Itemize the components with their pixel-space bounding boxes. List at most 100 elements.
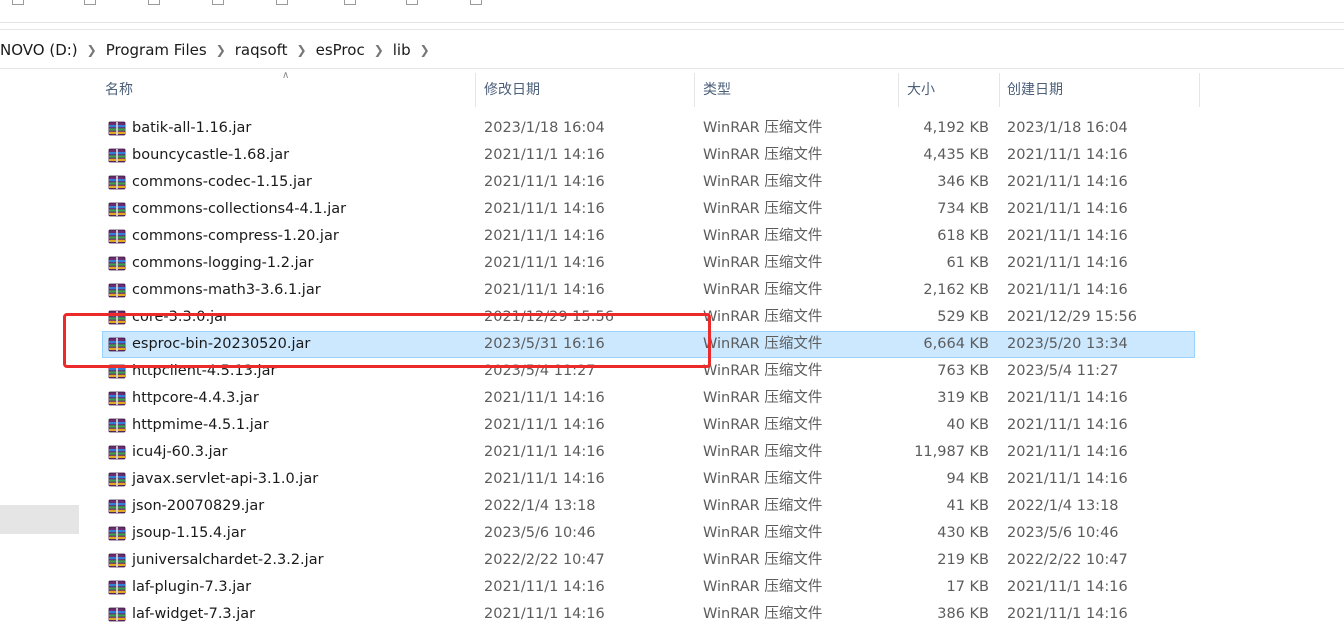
chevron-right-icon[interactable]: ❯: [297, 43, 307, 57]
chevron-right-icon[interactable]: ❯: [420, 43, 430, 57]
file-modified-date: 2021/11/1 14:16: [484, 228, 605, 244]
column-header: ∧ 名称 修改日期 类型 大小 创建日期: [86, 69, 1344, 111]
column-divider[interactable]: [999, 73, 1000, 107]
file-name: icu4j-60.3.jar: [132, 444, 228, 460]
file-created-date: 2023/5/20 13:34: [1007, 336, 1128, 352]
toolbar-icon[interactable]: [344, 0, 356, 5]
chevron-right-icon[interactable]: ❯: [87, 43, 97, 57]
file-row[interactable]: jsoup-1.15.4.jar 2023/5/6 10:46 WinRAR 压缩文…: [102, 520, 1195, 547]
file-row[interactable]: bouncycastle-1.68.jar 2021/11/1 14:16 WinR…: [102, 142, 1195, 169]
winrar-archive-icon: [108, 472, 126, 487]
toolbar-icon[interactable]: [470, 0, 482, 5]
file-modified-date: 2023/1/18 16:04: [484, 120, 605, 136]
file-created-date: 2021/11/1 14:16: [1007, 417, 1128, 433]
file-size: 41 KB: [946, 498, 989, 514]
file-name: jsoup-1.15.4.jar: [132, 525, 246, 541]
toolbar-icon[interactable]: [84, 0, 96, 5]
file-row[interactable]: commons-collections4-4.1.jar 2021/11/1 14…: [102, 196, 1195, 223]
file-created-date: 2021/11/1 14:16: [1007, 174, 1128, 190]
ribbon-toolbar: [0, 0, 1344, 23]
column-header-size[interactable]: 大小: [907, 69, 935, 111]
chevron-right-icon[interactable]: ❯: [216, 43, 226, 57]
file-name: bouncycastle-1.68.jar: [132, 147, 290, 163]
file-row[interactable]: commons-codec-1.15.jar 2021/11/1 14:16 Win…: [102, 169, 1195, 196]
column-divider[interactable]: [694, 73, 695, 107]
toolbar-icon[interactable]: [276, 0, 288, 5]
file-name: batik-all-1.16.jar: [132, 120, 252, 136]
breadcrumb-lib[interactable]: lib: [393, 41, 411, 59]
file-name: commons-compress-1.20.jar: [132, 228, 339, 244]
file-created-date: 2021/11/1 14:16: [1007, 444, 1128, 460]
file-name: juniversalchardet-2.3.2.jar: [132, 552, 324, 568]
file-type: WinRAR 压缩文件: [703, 579, 823, 595]
file-row[interactable]: httpmime-4.5.1.jar 2021/11/1 14:16 WinRAR …: [102, 412, 1195, 439]
breadcrumb-program-files[interactable]: Program Files: [106, 41, 207, 59]
file-type: WinRAR 压缩文件: [703, 363, 823, 379]
file-row[interactable]: icu4j-60.3.jar 2021/11/1 14:16 WinRAR 压缩文件…: [102, 439, 1195, 466]
winrar-archive-icon: [108, 283, 126, 298]
nav-pane-selected-item[interactable]: [0, 505, 79, 534]
file-size: 430 KB: [937, 525, 989, 541]
file-modified-date: 2021/11/1 14:16: [484, 390, 605, 406]
file-row[interactable]: laf-widget-7.3.jar 2021/11/1 14:16 WinRAR …: [102, 601, 1195, 628]
file-modified-date: 2021/11/1 14:16: [484, 417, 605, 433]
toolbar-icon[interactable]: [212, 0, 224, 5]
file-type: WinRAR 压缩文件: [703, 336, 823, 352]
file-size: 4,192 KB: [923, 120, 989, 136]
file-row[interactable]: javax.servlet-api-3.1.0.jar 2021/11/1 14:…: [102, 466, 1195, 493]
file-type: WinRAR 压缩文件: [703, 390, 823, 406]
file-modified-date: 2021/11/1 14:16: [484, 201, 605, 217]
column-divider[interactable]: [1199, 73, 1200, 107]
winrar-archive-icon: [108, 391, 126, 406]
column-header-name[interactable]: 名称: [105, 69, 133, 111]
breadcrumb-raqsoft[interactable]: raqsoft: [235, 41, 288, 59]
column-divider[interactable]: [475, 73, 476, 107]
file-size: 17 KB: [946, 579, 989, 595]
file-row[interactable]: laf-plugin-7.3.jar 2021/11/1 14:16 WinRAR …: [102, 574, 1195, 601]
file-row[interactable]: commons-compress-1.20.jar 2021/11/1 14:16…: [102, 223, 1195, 250]
file-created-date: 2021/11/1 14:16: [1007, 228, 1128, 244]
file-type: WinRAR 压缩文件: [703, 417, 823, 433]
file-modified-date: 2022/1/4 13:18: [484, 498, 596, 514]
file-created-date: 2021/11/1 14:16: [1007, 579, 1128, 595]
file-name: commons-collections4-4.1.jar: [132, 201, 347, 217]
address-bar[interactable]: NOVO (D:) ❯ Program Files ❯ raqsoft ❯ es…: [0, 29, 1344, 69]
file-name: commons-math3-3.6.1.jar: [132, 282, 321, 298]
file-modified-date: 2021/11/1 14:16: [484, 174, 605, 190]
toolbar-icon[interactable]: [148, 0, 160, 5]
file-row[interactable]: juniversalchardet-2.3.2.jar 2022/2/22 10:…: [102, 547, 1195, 574]
file-type: WinRAR 压缩文件: [703, 174, 823, 190]
file-created-date: 2021/12/29 15:56: [1007, 309, 1137, 325]
winrar-archive-icon: [108, 607, 126, 622]
winrar-archive-icon: [108, 553, 126, 568]
file-type: WinRAR 压缩文件: [703, 498, 823, 514]
file-created-date: 2022/2/22 10:47: [1007, 552, 1128, 568]
file-modified-date: 2021/11/1 14:16: [484, 255, 605, 271]
file-size: 319 KB: [937, 390, 989, 406]
file-row[interactable]: json-20070829.jar 2022/1/4 13:18 WinRAR 压缩…: [102, 493, 1195, 520]
winrar-archive-icon: [108, 418, 126, 433]
column-divider[interactable]: [898, 73, 899, 107]
file-row[interactable]: commons-logging-1.2.jar 2021/11/1 14:16 Wi…: [102, 250, 1195, 277]
file-row[interactable]: httpcore-4.4.3.jar 2021/11/1 14:16 WinRAR …: [102, 385, 1195, 412]
column-header-modified[interactable]: 修改日期: [484, 69, 540, 111]
file-type: WinRAR 压缩文件: [703, 147, 823, 163]
column-header-type[interactable]: 类型: [703, 69, 731, 111]
toolbar-icon[interactable]: [406, 0, 418, 5]
winrar-archive-icon: [108, 256, 126, 271]
file-created-date: 2023/5/4 11:27: [1007, 363, 1119, 379]
file-modified-date: 2021/11/1 14:16: [484, 606, 605, 622]
winrar-archive-icon: [108, 202, 126, 217]
file-modified-date: 2021/11/1 14:16: [484, 147, 605, 163]
chevron-right-icon[interactable]: ❯: [374, 43, 384, 57]
file-row[interactable]: batik-all-1.16.jar 2023/1/18 16:04 WinRAR …: [102, 115, 1195, 142]
breadcrumb-drive[interactable]: NOVO (D:): [0, 41, 78, 59]
toolbar-icon[interactable]: [12, 0, 24, 5]
file-size: 4,435 KB: [923, 147, 989, 163]
file-name: javax.servlet-api-3.1.0.jar: [132, 471, 319, 487]
column-header-created[interactable]: 创建日期: [1007, 69, 1063, 111]
file-type: WinRAR 压缩文件: [703, 282, 823, 298]
file-row[interactable]: commons-math3-3.6.1.jar 2021/11/1 14:16 Wi…: [102, 277, 1195, 304]
breadcrumb-esproc[interactable]: esProc: [316, 41, 365, 59]
red-highlight-box: [63, 313, 711, 368]
